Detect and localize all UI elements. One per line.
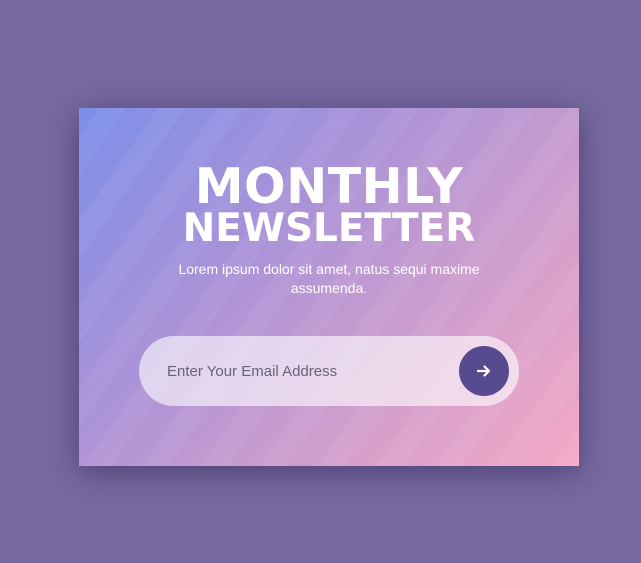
email-input[interactable] <box>167 356 437 386</box>
newsletter-description: Lorem ipsum dolor sit amet, natus sequi … <box>178 261 480 296</box>
arrow-right-icon <box>477 365 491 377</box>
subscribe-form <box>139 336 519 406</box>
title-newsletter: NEWSLETTER <box>182 206 476 251</box>
newsletter-card: MONTHLY NEWSLETTER Lorem ipsum dolor sit… <box>79 108 579 466</box>
submit-button[interactable] <box>459 346 509 396</box>
